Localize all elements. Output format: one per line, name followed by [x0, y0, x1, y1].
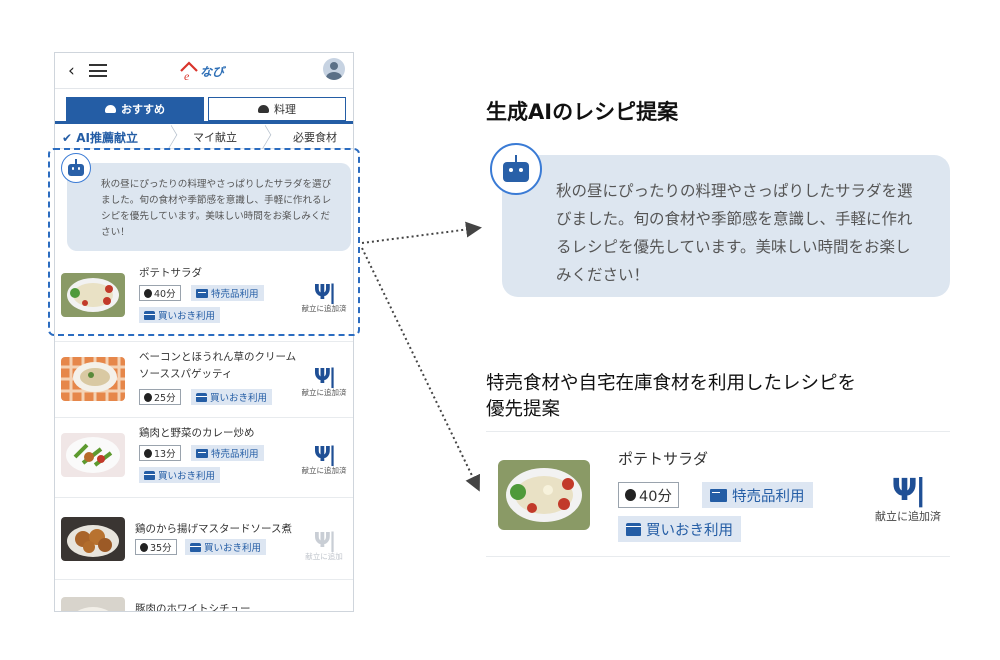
recipe-title: 鶏肉と野菜のカレー炒め — [139, 427, 255, 439]
main-tabs: おすすめ 料理 — [55, 97, 353, 125]
divider — [55, 417, 353, 418]
tab-dishes[interactable]: 料理 — [208, 97, 346, 121]
cook-time: 35分 — [135, 539, 177, 555]
arrow-to-ai-bubble — [361, 221, 482, 244]
recipe-title: ベーコンとほうれん草のクリーム ソーススパゲッティ — [139, 349, 296, 383]
divider — [55, 497, 353, 498]
ai-callout-heading: 生成AIのレシピ提案 — [486, 100, 679, 124]
recipe-photo — [61, 357, 125, 401]
add-to-menu-label: 献立に追加済 — [875, 510, 941, 523]
step-ai-menu[interactable]: ✔ AI推薦献立 — [62, 129, 138, 146]
cook-time-value: 35分 — [150, 543, 172, 554]
cook-time: 13分 — [139, 445, 181, 461]
step-ingredients[interactable]: 必要食材 — [293, 129, 337, 145]
badge-label: 特売品利用 — [732, 488, 805, 505]
ai-callout-bubble: 秋の昼にぴったりの料理やさっぱりしたサラダを選びました。旬の食材や季節感を意識し… — [502, 155, 950, 297]
badge-label: 特売品利用 — [211, 449, 259, 460]
fork-knife-icon: Ψ| — [891, 473, 926, 508]
recipe-item-spaghetti[interactable]: ベーコンとほうれん草のクリーム ソーススパゲッティ 25分 買いおき利用 Ψ| 献… — [55, 345, 353, 415]
title-line: ベーコンとほうれん草のクリーム — [139, 351, 297, 363]
recipe-title: 豚肉のホワイトシチュー — [135, 603, 251, 612]
heading-line: 特売食材や自宅在庫食材を利用したレシピを — [486, 373, 857, 394]
app-logo[interactable]: e なび — [179, 59, 235, 83]
recipe-item-karaage[interactable]: 鶏のから揚げマスタードソース煮 35分 買いおき利用 Ψ| 献立に追加 — [55, 501, 353, 577]
logo-text: なび — [200, 65, 225, 79]
add-to-menu-button[interactable]: Ψ| 献立に追加済 — [301, 443, 347, 476]
tab-label: おすすめ — [121, 103, 165, 116]
stock-item-badge: 買いおき利用 — [618, 516, 741, 542]
add-to-menu-button[interactable]: Ψ| 献立に追加済 — [301, 365, 347, 398]
add-to-menu-label: 献立に追加 — [305, 552, 343, 561]
add-to-menu-label: 献立に追加済 — [301, 388, 347, 397]
add-to-menu-button[interactable]: Ψ| 献立に追加済 — [866, 474, 950, 524]
badge-label: 買いおき利用 — [204, 543, 262, 554]
sale-tag-icon — [710, 488, 727, 502]
stock-item-badge: 買いおき利用 — [139, 467, 221, 483]
cook-time-value: 13分 — [154, 449, 176, 460]
cook-time-value: 40分 — [639, 488, 672, 505]
cook-time-value: 25分 — [154, 393, 176, 404]
top-app-bar: ‹ e なび — [55, 53, 353, 89]
arrow-to-recipe-card — [361, 247, 480, 492]
storage-box-icon — [626, 522, 641, 536]
recipe-item-curry-stirfry[interactable]: 鶏肉と野菜のカレー炒め 13分 特売品利用 買いおき利用 Ψ| 献立に追加済 — [55, 421, 353, 497]
heading-line: 優先提案 — [486, 399, 561, 420]
tab-underline — [55, 121, 353, 124]
divider — [55, 579, 353, 580]
storage-box-icon — [190, 542, 201, 552]
add-to-menu-button[interactable]: Ψ| 献立に追加 — [301, 529, 347, 562]
title-line: ソーススパゲッティ — [139, 368, 233, 380]
stock-item-badge: 買いおき利用 — [191, 389, 273, 405]
badge-label: 買いおき利用 — [210, 393, 268, 404]
tab-recommend[interactable]: おすすめ — [66, 97, 204, 121]
badge-label: 買いおき利用 — [158, 471, 216, 482]
timer-icon — [144, 392, 152, 402]
chevron-left-icon[interactable]: ‹ — [68, 61, 75, 81]
robot-icon — [490, 143, 542, 195]
ai-callout-text: 秋の昼にぴったりの料理やさっぱりしたサラダを選びました。旬の食材や季節感を意識し… — [556, 182, 913, 284]
step-my-menu[interactable]: マイ献立 — [193, 129, 237, 145]
fork-knife-icon: Ψ| — [313, 528, 336, 552]
timer-icon — [144, 448, 152, 458]
highlight-frame — [48, 148, 360, 336]
chevron-right-icon — [256, 124, 272, 150]
sale-tag-icon — [196, 448, 208, 458]
recipe-title: 鶏のから揚げマスタードソース煮 — [135, 523, 292, 535]
recipe-photo — [498, 460, 590, 530]
recipe-title: ポテトサラダ — [618, 450, 709, 468]
house-logo-icon: e — [180, 61, 198, 82]
chevron-right-icon — [162, 124, 178, 150]
chef-hat-icon — [258, 105, 269, 113]
chef-hat-icon — [105, 105, 116, 113]
stock-item-badge: 買いおき利用 — [185, 539, 267, 555]
recipe-photo — [61, 517, 125, 561]
tab-label: 料理 — [274, 103, 296, 116]
add-to-menu-label: 献立に追加済 — [301, 466, 347, 475]
sale-item-badge: 特売品利用 — [191, 445, 264, 461]
recipe-callout-card: ポテトサラダ 40分 特売品利用 買いおき利用 Ψ| 献立に追加済 — [486, 431, 950, 557]
svg-text:e: e — [184, 69, 190, 82]
recipe-photo — [61, 597, 125, 611]
user-avatar-icon[interactable] — [323, 58, 345, 80]
fork-knife-icon: Ψ| — [313, 442, 336, 466]
cook-time: 40分 — [618, 482, 679, 508]
fork-knife-icon: Ψ| — [313, 364, 336, 388]
storage-box-icon — [144, 470, 155, 480]
badge-label: 買いおき利用 — [646, 522, 733, 539]
timer-icon — [140, 542, 148, 552]
step-breadcrumb: ✔ AI推薦献立 マイ献立 必要食材 — [55, 124, 353, 150]
storage-box-icon — [196, 392, 207, 402]
hamburger-menu-icon[interactable] — [89, 64, 107, 77]
timer-icon — [625, 489, 636, 501]
step-label: AI推薦献立 — [76, 131, 138, 145]
recipe-callout-heading: 特売食材や自宅在庫食材を利用したレシピを 優先提案 — [486, 371, 966, 423]
divider — [55, 341, 353, 342]
recipe-item-white-stew[interactable]: 豚肉のホワイトシチュー — [55, 583, 353, 612]
recipe-photo — [61, 433, 125, 477]
sale-item-badge: 特売品利用 — [702, 482, 813, 508]
cook-time: 25分 — [139, 389, 181, 405]
